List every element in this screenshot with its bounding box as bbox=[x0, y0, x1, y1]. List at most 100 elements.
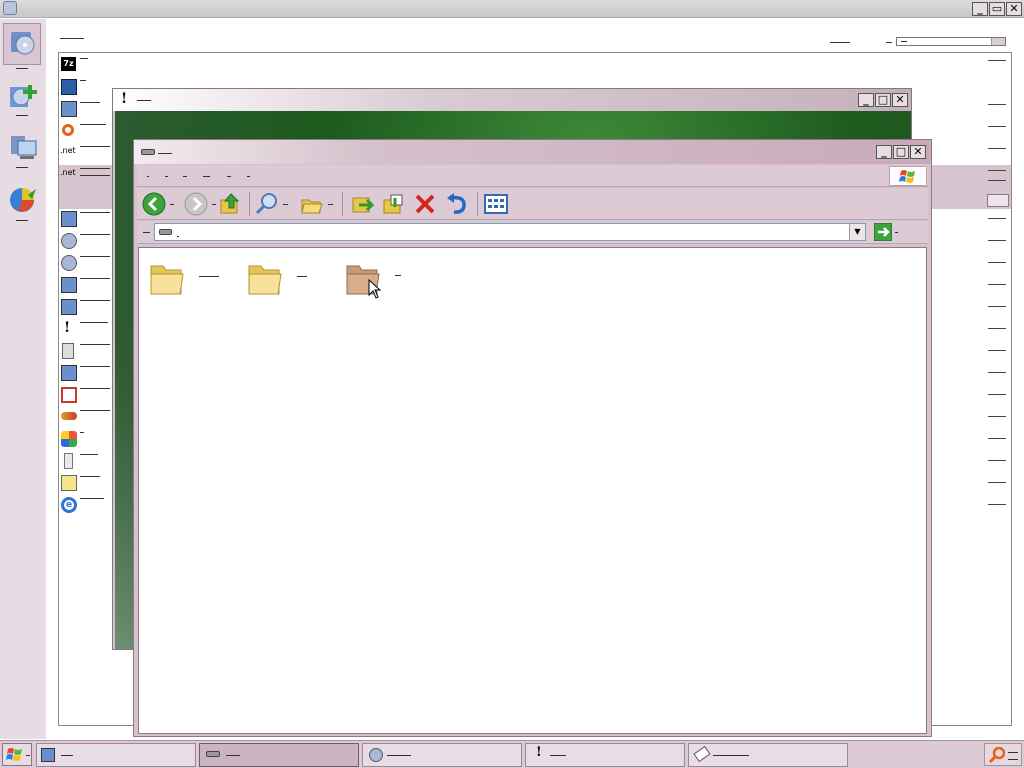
app-header-label bbox=[60, 38, 84, 39]
behind-close-button[interactable]: ✕ bbox=[892, 93, 908, 107]
network-tray-icon[interactable] bbox=[1008, 752, 1018, 760]
list-item[interactable]: 7z bbox=[60, 56, 120, 74]
menu-help[interactable] bbox=[247, 176, 250, 177]
taskbar-item[interactable] bbox=[36, 743, 196, 767]
app-minimize-button[interactable]: _ bbox=[972, 2, 988, 16]
add-program-icon[interactable] bbox=[8, 81, 38, 111]
explorer-minimize-button[interactable]: _ bbox=[876, 145, 892, 159]
list-item[interactable]: .net bbox=[60, 144, 120, 162]
search-label[interactable] bbox=[283, 204, 288, 205]
taskbar-item[interactable]: ! bbox=[525, 743, 685, 767]
folders-label[interactable] bbox=[328, 204, 333, 205]
sidebar-label-2 bbox=[16, 115, 28, 116]
up-folder-icon[interactable] bbox=[218, 191, 242, 215]
behind-maximize-button[interactable]: □ bbox=[875, 93, 891, 107]
app-close-button[interactable]: ✕ bbox=[1006, 2, 1022, 16]
list-item[interactable]: .net bbox=[60, 166, 120, 184]
list-item[interactable] bbox=[60, 78, 120, 96]
back-icon[interactable] bbox=[142, 192, 166, 216]
explorer-maximize-button[interactable]: □ bbox=[893, 145, 909, 159]
list-item[interactable] bbox=[60, 298, 120, 316]
list-item[interactable] bbox=[60, 342, 120, 360]
taskbar-item-active[interactable] bbox=[199, 743, 359, 767]
back-dropdown[interactable] bbox=[170, 204, 174, 205]
setup-icon bbox=[61, 101, 77, 117]
windows-logo-icon bbox=[889, 166, 927, 186]
notepad-icon bbox=[61, 475, 77, 491]
search-tray-icon[interactable] bbox=[989, 747, 1005, 763]
folder-content-pane[interactable] bbox=[138, 247, 927, 734]
color-icon bbox=[61, 431, 77, 447]
list-item[interactable]: ! bbox=[60, 320, 120, 338]
list-item[interactable] bbox=[60, 474, 120, 492]
explorer-titlebar[interactable]: _ □ ✕ bbox=[134, 140, 931, 164]
list-item[interactable] bbox=[60, 408, 120, 426]
sort-by-label bbox=[886, 42, 892, 43]
behind-minimize-button[interactable]: _ bbox=[858, 93, 874, 107]
list-item[interactable] bbox=[60, 364, 120, 382]
menu-file[interactable] bbox=[147, 176, 149, 177]
search-icon[interactable] bbox=[255, 192, 279, 216]
taskbar-item[interactable] bbox=[688, 743, 848, 767]
list-item[interactable] bbox=[60, 232, 120, 250]
folder-item-selected[interactable] bbox=[343, 258, 423, 298]
list-item[interactable] bbox=[60, 210, 120, 228]
list-item[interactable] bbox=[60, 276, 120, 294]
list-item[interactable] bbox=[60, 122, 120, 140]
install-cd-icon bbox=[369, 748, 383, 762]
forward-dropdown[interactable] bbox=[212, 204, 216, 205]
list-item[interactable]: e bbox=[60, 496, 120, 514]
app-sidebar bbox=[0, 19, 46, 739]
tower-icon bbox=[64, 453, 73, 469]
list-item[interactable] bbox=[60, 100, 120, 118]
address-dropdown-button[interactable]: ▼ bbox=[849, 224, 865, 240]
toolbar bbox=[137, 188, 928, 220]
list-item[interactable] bbox=[60, 254, 120, 272]
undo-icon[interactable] bbox=[445, 192, 469, 216]
menu-edit[interactable] bbox=[165, 176, 168, 177]
windows-components-icon[interactable] bbox=[8, 132, 38, 162]
delete-icon[interactable] bbox=[413, 192, 437, 216]
go-arrow-icon[interactable] bbox=[874, 223, 892, 241]
setup-icon bbox=[61, 277, 77, 293]
drive-icon bbox=[141, 149, 155, 155]
sidebar-label-4 bbox=[16, 220, 28, 221]
drive-icon bbox=[206, 751, 220, 757]
explorer-close-button[interactable]: ✕ bbox=[910, 145, 926, 159]
views-icon[interactable] bbox=[483, 192, 509, 216]
explorer-window[interactable]: _ □ ✕ ▼ bbox=[133, 139, 932, 737]
toolbar-separator bbox=[342, 192, 343, 216]
net-icon: .net bbox=[60, 168, 76, 177]
sort-dropdown-arrow[interactable] bbox=[991, 38, 1005, 45]
app-icon bbox=[3, 1, 17, 15]
address-input[interactable]: ▼ bbox=[154, 223, 866, 241]
menu-favorites[interactable] bbox=[203, 176, 210, 177]
behind-window-titlebar: ! _ □ ✕ bbox=[113, 89, 911, 111]
menu-view[interactable] bbox=[183, 176, 187, 177]
copy-to-icon[interactable] bbox=[381, 192, 405, 216]
program-defaults-icon[interactable] bbox=[8, 185, 38, 215]
mouse-cursor-icon bbox=[368, 279, 382, 299]
row-action-button[interactable] bbox=[987, 194, 1009, 207]
folders-icon[interactable] bbox=[300, 192, 324, 216]
list-item[interactable] bbox=[60, 452, 120, 470]
go-label[interactable] bbox=[895, 232, 898, 233]
folder-item[interactable] bbox=[147, 258, 227, 298]
sort-by-select[interactable] bbox=[896, 37, 1006, 46]
move-to-icon[interactable] bbox=[350, 192, 374, 216]
list-item[interactable] bbox=[60, 386, 120, 404]
address-label bbox=[143, 232, 150, 233]
taskbar-item[interactable] bbox=[362, 743, 522, 767]
list-item[interactable] bbox=[60, 430, 120, 448]
app-restore-button[interactable]: ▭ bbox=[989, 2, 1005, 16]
exclamation-icon: ! bbox=[64, 320, 71, 336]
menu-tools[interactable] bbox=[227, 176, 231, 177]
sidebar-tool-install[interactable] bbox=[3, 23, 41, 65]
address-bar: ▼ bbox=[137, 221, 928, 244]
folder-item[interactable] bbox=[245, 258, 325, 298]
app-titlebar: _ ▭ ✕ bbox=[0, 0, 1024, 18]
menu-bar bbox=[137, 165, 928, 187]
start-button[interactable] bbox=[2, 743, 32, 766]
forward-icon[interactable] bbox=[184, 192, 208, 216]
magnifier-icon bbox=[62, 124, 74, 136]
